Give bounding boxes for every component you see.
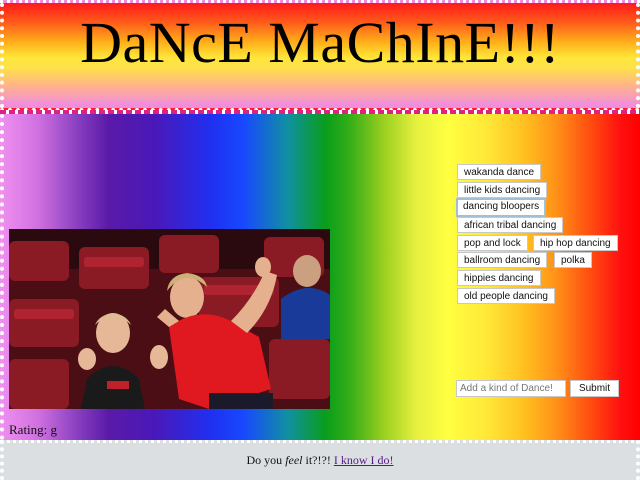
add-dance-input[interactable] <box>456 380 566 397</box>
footer-prefix: Do you <box>246 453 286 467</box>
dance-button-little-kids-dancing[interactable]: little kids dancing <box>457 182 548 198</box>
page-title: DaNcE MaChInE!!! <box>80 10 560 75</box>
footer-emphasis: feel <box>285 453 303 467</box>
dance-button-old-people-dancing[interactable]: old people dancing <box>457 288 555 304</box>
dance-button-hip-hop-dancing[interactable]: hip hop dancing <box>533 235 618 251</box>
dance-button-ballroom-dancing[interactable]: ballroom dancing <box>457 252 548 268</box>
rating-text: Rating: g <box>9 422 58 437</box>
dance-button-wakanda-dance[interactable]: wakanda dance <box>457 164 542 180</box>
main-content: wakanda dance little kids dancing dancin… <box>0 114 640 440</box>
footer-link[interactable]: I know I do! <box>334 453 394 467</box>
dance-button-hippies-dancing[interactable]: hippies dancing <box>457 270 541 286</box>
dance-button-polka[interactable]: polka <box>554 252 592 268</box>
dance-button-pop-and-lock[interactable]: pop and lock <box>457 235 528 251</box>
page-header: DaNcE MaChInE!!! <box>0 0 640 112</box>
dance-button-dancing-bloopers[interactable]: dancing bloopers <box>456 198 547 217</box>
submit-button[interactable]: Submit <box>570 380 619 397</box>
page-footer: Do you feel it?!?! I know I do! <box>0 440 640 480</box>
dance-gif[interactable] <box>9 229 330 409</box>
dance-button-african-tribal-dancing[interactable]: african tribal dancing <box>457 217 564 233</box>
footer-suffix: it?!?! <box>302 453 334 467</box>
dance-gif-image <box>9 229 330 409</box>
